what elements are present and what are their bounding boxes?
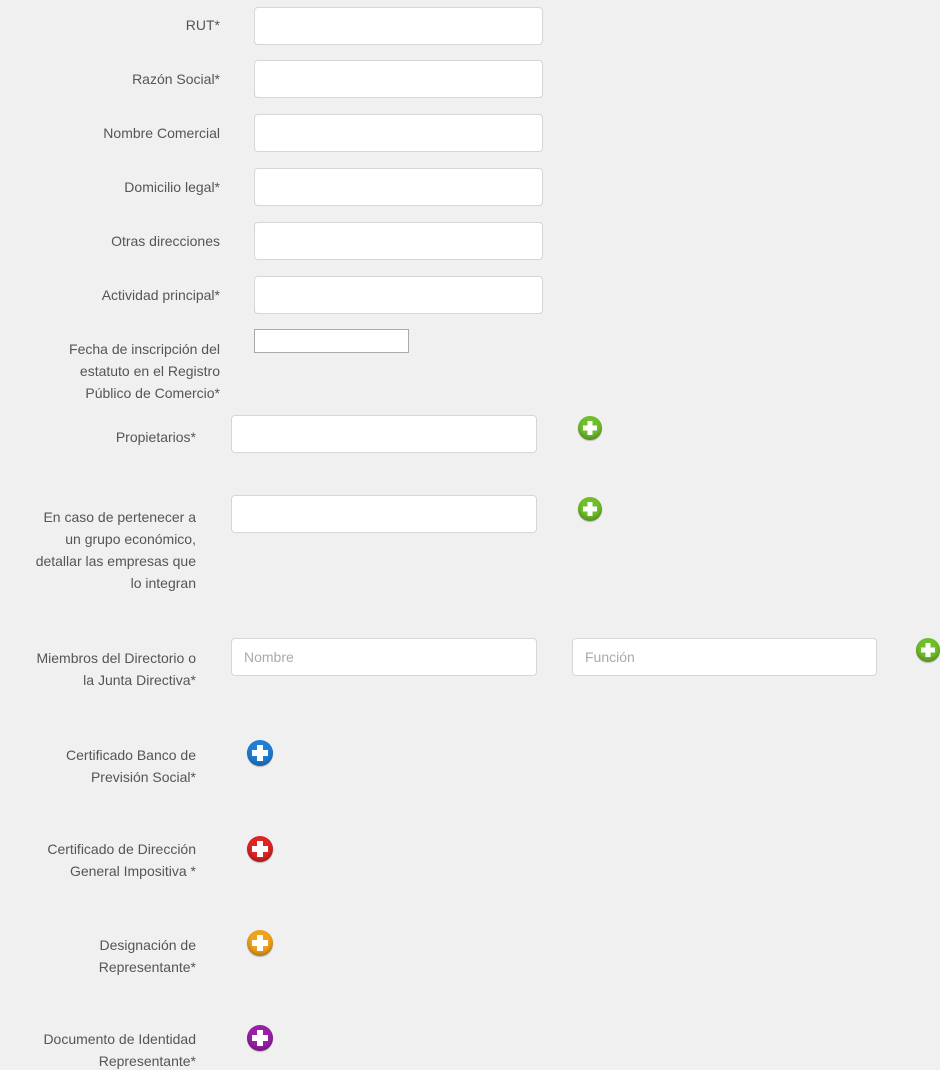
rut-input[interactable] [254, 7, 543, 45]
miembros-directorio-label-line-1: Miembros del Directorio o [36, 650, 197, 666]
add-miembro-button[interactable] [916, 638, 940, 662]
domicilio-legal-label: Domicilio legal* [124, 179, 220, 195]
certificado-dgi-label-line-2: General Impositiva * [69, 863, 196, 879]
certificado-bps-label-line-2: Previsión Social* [90, 769, 196, 785]
add-propietario-button[interactable] [578, 416, 602, 440]
fecha-inscripcion-input[interactable] [254, 329, 409, 353]
actividad-principal-input[interactable] [254, 276, 543, 314]
fecha-inscripcion-label: Fecha de inscripción del estatuto en el … [69, 338, 220, 404]
grupo-economico-label-line-3: detallar las empresas que [35, 553, 196, 569]
otras-direcciones-input[interactable] [254, 222, 543, 260]
fecha-inscripcion-label-line-3: Público de Comercio* [85, 385, 220, 401]
propietarios-input[interactable] [231, 415, 537, 453]
designacion-representante-label-line-2: Representante* [98, 959, 196, 975]
grupo-economico-input[interactable] [231, 495, 537, 533]
documento-identidad-label-line-2: Representante* [98, 1053, 196, 1069]
certificado-dgi-label: Certificado de Dirección General Imposit… [47, 838, 196, 882]
fecha-inscripcion-label-line-1: Fecha de inscripción del [69, 341, 220, 357]
domicilio-legal-input[interactable] [254, 168, 543, 206]
plus-circle-icon [583, 502, 597, 516]
fecha-inscripcion-label-line-2: estatuto en el Registro [79, 363, 220, 379]
nombre-comercial-label: Nombre Comercial [103, 125, 220, 141]
upload-designacion-representante-button[interactable] [247, 930, 273, 956]
documento-identidad-label-line-1: Documento de Identidad [43, 1031, 196, 1047]
miembro-nombre-input[interactable] [231, 638, 537, 676]
grupo-economico-label: En caso de pertenecer a un grupo económi… [36, 506, 196, 594]
upload-documento-identidad-button[interactable] [247, 1025, 273, 1051]
razon-social-label: Razón Social* [132, 71, 220, 87]
nombre-comercial-input[interactable] [254, 114, 543, 152]
miembros-directorio-label: Miembros del Directorio o la Junta Direc… [37, 647, 197, 691]
certificado-dgi-label-line-1: Certificado de Dirección [47, 841, 196, 857]
upload-certificado-bps-button[interactable] [247, 740, 273, 766]
actividad-principal-label: Actividad principal* [101, 287, 220, 303]
designacion-representante-label: Designación de Representante* [99, 934, 196, 978]
plus-circle-icon [921, 643, 935, 657]
grupo-economico-label-line-2: un grupo económico, [65, 531, 196, 547]
plus-circle-icon [583, 421, 597, 435]
company-registration-form: RUT* Razón Social* Nombre Comercial Domi… [0, 0, 940, 1070]
propietarios-label: Propietarios* [115, 429, 196, 445]
upload-certificado-dgi-button[interactable] [247, 836, 273, 862]
grupo-economico-label-line-4: lo integran [130, 575, 196, 591]
plus-circle-icon [252, 935, 268, 951]
documento-identidad-label: Documento de Identidad Representante* [43, 1028, 196, 1070]
certificado-bps-label-line-1: Certificado Banco de [66, 747, 196, 763]
certificado-bps-label: Certificado Banco de Previsión Social* [66, 744, 196, 788]
plus-circle-icon [252, 745, 268, 761]
plus-circle-icon [252, 1030, 268, 1046]
miembros-directorio-label-line-2: la Junta Directiva* [83, 672, 196, 688]
grupo-economico-label-line-1: En caso de pertenecer a [43, 509, 196, 525]
add-empresa-grupo-button[interactable] [578, 497, 602, 521]
miembro-funcion-input[interactable] [572, 638, 877, 676]
razon-social-input[interactable] [254, 60, 543, 98]
otras-direcciones-label: Otras direcciones [111, 233, 220, 249]
designacion-representante-label-line-1: Designación de [99, 937, 196, 953]
rut-label: RUT* [185, 17, 220, 33]
plus-circle-icon [252, 841, 268, 857]
